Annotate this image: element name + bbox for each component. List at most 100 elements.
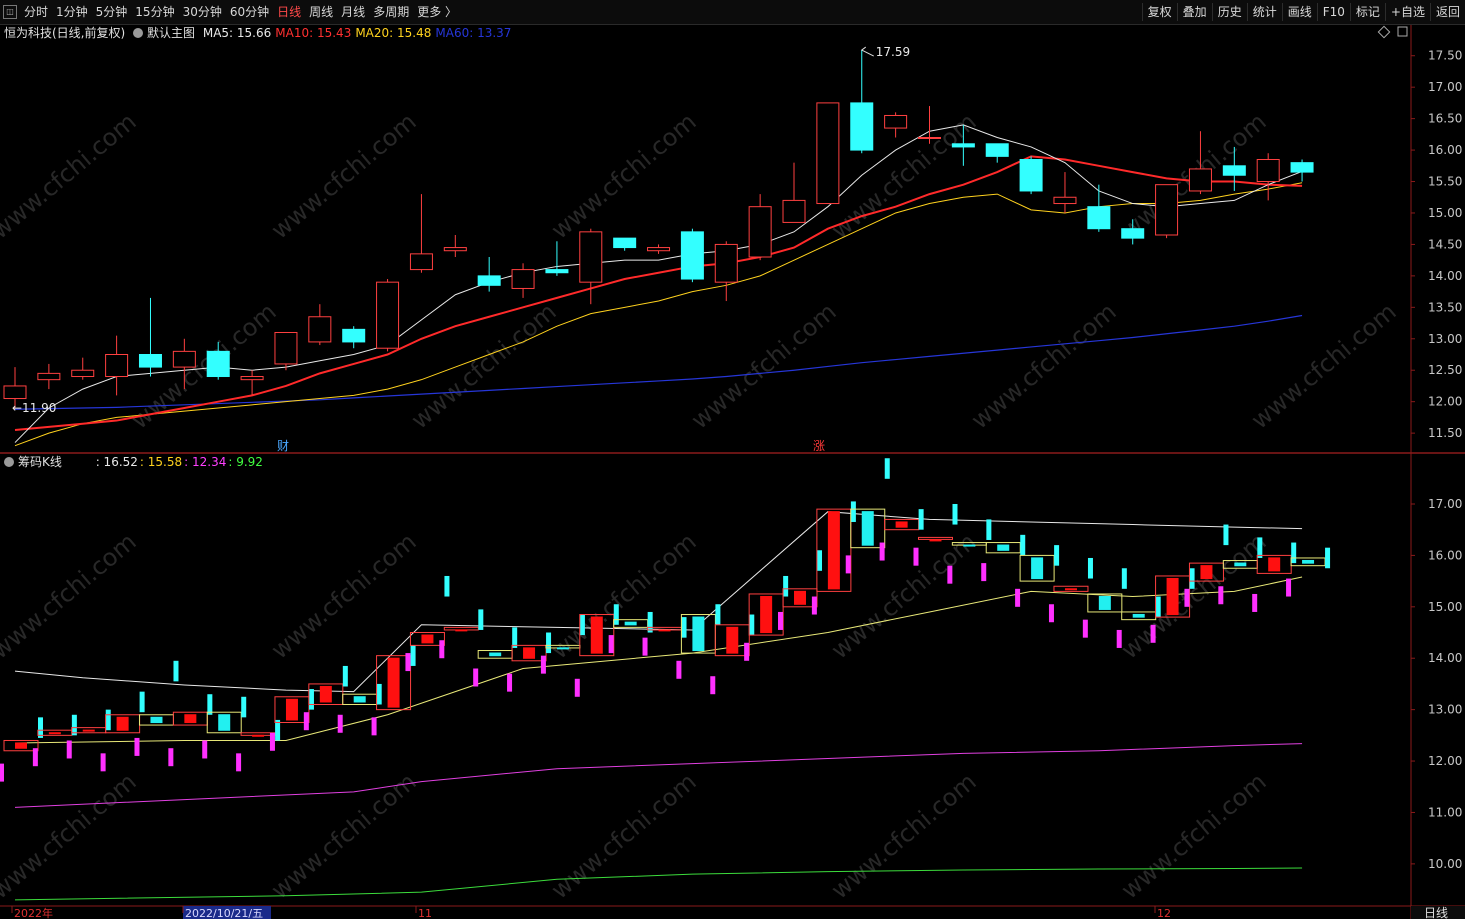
- chip-tail: [1252, 593, 1258, 612]
- chip-tail: [1150, 624, 1156, 643]
- toolbar-action-2[interactable]: 历史: [1211, 3, 1247, 21]
- candle-27: [917, 106, 941, 144]
- period-tab-2[interactable]: 5分钟: [92, 3, 132, 21]
- candle-37: [1256, 153, 1280, 201]
- chip-head: [546, 632, 552, 654]
- chip-head: [1054, 545, 1060, 566]
- chip-head: [105, 709, 111, 731]
- period-tab-8[interactable]: 月线: [337, 3, 369, 21]
- chip-body: [794, 590, 807, 605]
- main-tick-label-1: 17.00: [1428, 80, 1462, 94]
- watermark-text-11: www.cfchi.com: [266, 767, 422, 904]
- chip-body: [150, 716, 163, 724]
- chip-tail: [236, 753, 242, 772]
- watermark-text-10: www.cfchi.com: [0, 767, 142, 904]
- indicator-name[interactable]: 默认主图: [147, 26, 195, 40]
- candle-2: [71, 357, 95, 380]
- chip-head: [918, 509, 924, 530]
- period-label: 日线: [1424, 906, 1448, 919]
- candle-9: [308, 304, 332, 346]
- chip-body: [48, 732, 61, 735]
- collapse-icon[interactable]: ◫: [3, 5, 17, 19]
- sub-tick-label-5: 12.00: [1428, 754, 1462, 768]
- chip-head: [613, 604, 619, 625]
- watermark-layer: www.cfchi.com www.cfchi.com www.cfchi.com w…: [0, 107, 1402, 904]
- chip-head: [715, 604, 721, 625]
- period-tab-7[interactable]: 周线: [305, 3, 337, 21]
- toolbar-action-1[interactable]: 叠加: [1176, 3, 1212, 21]
- chip-head: [1257, 537, 1263, 558]
- settings-icon[interactable]: [133, 28, 144, 38]
- chip-body: [184, 714, 197, 724]
- chip-tail: [981, 563, 987, 582]
- chip-body: [590, 616, 603, 654]
- chip-tail: [778, 611, 784, 630]
- candle-body: [1188, 168, 1212, 192]
- candle-body: [477, 275, 501, 286]
- toolbar-action-6[interactable]: 标记: [1349, 3, 1385, 21]
- chip-body: [252, 734, 265, 737]
- candle-4: [138, 297, 162, 377]
- toolbar-action-3[interactable]: 统计: [1246, 3, 1282, 21]
- candle-29: [985, 143, 1009, 163]
- toolbar-action-5[interactable]: F10: [1316, 3, 1350, 21]
- candle-body: [1053, 196, 1077, 205]
- period-tab-10[interactable]: 更多 〉: [413, 3, 461, 21]
- candle-body: [511, 269, 535, 289]
- chip-body: [963, 544, 976, 547]
- chip-tail: [676, 660, 682, 679]
- candle-body: [1290, 162, 1314, 173]
- main-tick-label-7: 14.00: [1428, 269, 1462, 283]
- candle-11: [376, 279, 400, 352]
- main-tick-label-0: 17.50: [1428, 49, 1462, 63]
- period-tab-3[interactable]: 15分钟: [131, 3, 178, 21]
- sub-indicator-name[interactable]: 筹码K线: [18, 455, 62, 469]
- chip-tail: [1015, 588, 1021, 607]
- toolbar-action-4[interactable]: 画线: [1281, 3, 1317, 21]
- toolbar-action-7[interactable]: +自选: [1384, 3, 1430, 21]
- watermark-text-18: www.cfchi.com: [966, 297, 1122, 434]
- chip-head: [71, 714, 77, 736]
- chip-tail: [1048, 604, 1054, 623]
- chip-tail: [439, 640, 445, 659]
- chip-body: [1031, 557, 1044, 580]
- chip-body: [421, 634, 434, 644]
- chip-head: [1223, 524, 1229, 546]
- chip-head: [749, 614, 755, 636]
- chip-body: [116, 716, 129, 731]
- period-tab-1[interactable]: 1分钟: [52, 3, 92, 21]
- chip-body: [82, 729, 95, 732]
- chip-body: [319, 685, 332, 703]
- chip-tail: [168, 748, 174, 767]
- chip-body: [1302, 559, 1315, 564]
- period-tab-5[interactable]: 60分钟: [226, 3, 273, 21]
- watermark-text-13: www.cfchi.com: [826, 767, 982, 904]
- chip-green-line: [14, 867, 1303, 901]
- candle-body: [714, 243, 738, 283]
- candle-14: [477, 257, 501, 292]
- candle-body: [274, 331, 298, 365]
- period-tab-9[interactable]: 多周期: [369, 3, 413, 21]
- candle-body: [37, 372, 61, 381]
- candle-body: [545, 269, 569, 274]
- chip-tail: [1218, 586, 1224, 605]
- chip-head: [884, 458, 890, 479]
- chip-head: [512, 627, 518, 648]
- period-tab-4[interactable]: 30分钟: [179, 3, 226, 21]
- candle-body: [850, 102, 874, 151]
- kline-chart[interactable]: www.cfchi.com www.cfchi.com www.cfchi.com w…: [0, 25, 1465, 919]
- chip-kline-pane: [0, 458, 1331, 901]
- candle-38: [1290, 159, 1314, 182]
- period-tab-6[interactable]: 日线: [273, 3, 305, 21]
- period-tabs: ◫ 分时 1分钟 5分钟 15分钟 30分钟 60分钟 日线 周线 月线 多周期 更多 〉: [3, 3, 461, 21]
- settings-icon[interactable]: [4, 457, 14, 467]
- chip-body: [15, 742, 27, 749]
- candle-26: [884, 112, 908, 138]
- toolbar-action-8[interactable]: 返回: [1429, 3, 1465, 21]
- period-tab-0[interactable]: 分时: [20, 3, 52, 21]
- main-tick-label-9: 13.00: [1428, 332, 1462, 346]
- chip-body: [556, 647, 569, 650]
- chip-body: [997, 544, 1010, 551]
- candle-body: [105, 354, 129, 378]
- toolbar-action-0[interactable]: 复权: [1141, 3, 1177, 21]
